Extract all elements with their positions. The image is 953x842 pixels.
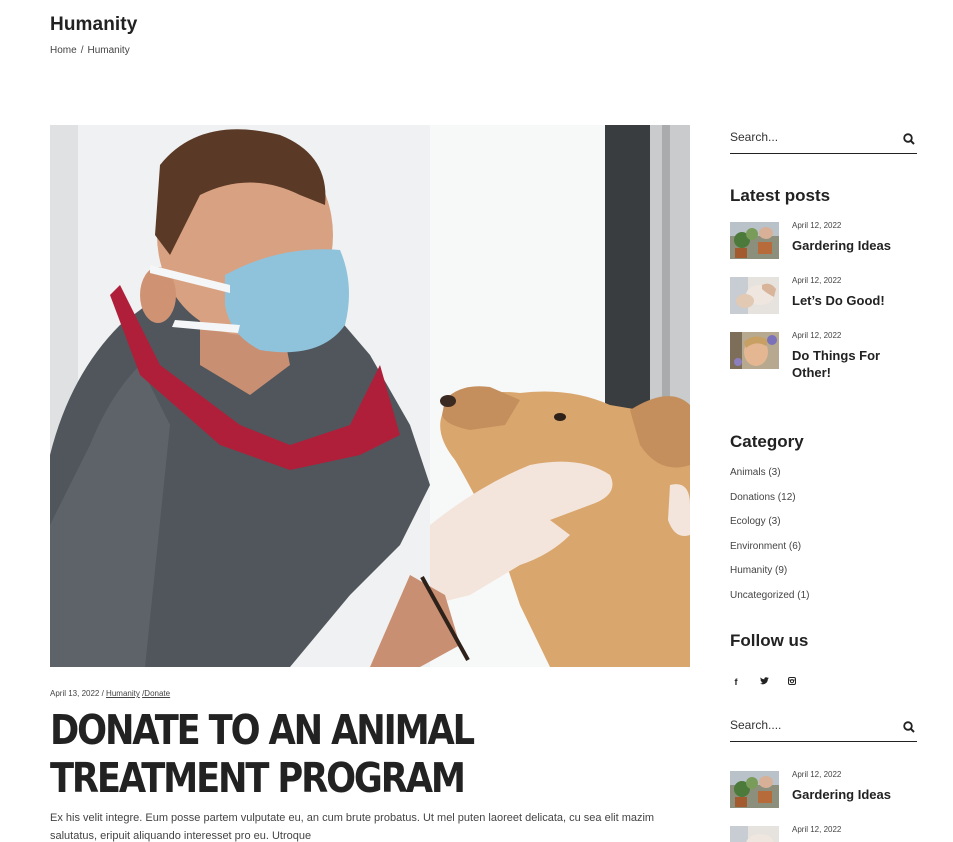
latest-post-item[interactable]: April 12, 2022 Gardering Ideas: [730, 769, 917, 826]
latest-post-date: April 12, 2022: [792, 824, 842, 834]
category-link-ecology[interactable]: Ecology (3): [730, 516, 917, 541]
post-thumbnail[interactable]: [730, 332, 779, 369]
category-widget: Category Animals (3) Donations (12) Ecol…: [730, 432, 917, 615]
follow-widget: Follow us f: [730, 631, 917, 687]
search-icon[interactable]: [903, 720, 917, 734]
post-thumbnail[interactable]: [730, 277, 779, 314]
twitter-icon[interactable]: [759, 676, 769, 687]
search-form-secondary: [730, 712, 917, 742]
latest-post-date: April 12, 2022: [792, 276, 842, 285]
latest-posts-widget: Latest posts April 12, 2022 Gardering Id…: [730, 186, 917, 387]
search-input[interactable]: [730, 125, 890, 144]
post-title[interactable]: DONATE TO AN ANIMAL TREATMENT PROGRAM: [50, 706, 686, 802]
search-icon[interactable]: [903, 132, 917, 146]
page-header: Humanity Home / Humanity: [50, 14, 137, 56]
post-date: April 13, 2022: [50, 689, 100, 698]
latest-posts-title: Latest posts: [730, 186, 831, 205]
breadcrumb: Home / Humanity: [50, 45, 137, 56]
latest-post-date: April 12, 2022: [792, 221, 842, 230]
latest-post-item[interactable]: April 12, 2022 Let’s Do Good!: [730, 276, 917, 332]
page-title: Humanity: [50, 14, 138, 35]
latest-post-item[interactable]: April 12, 2022: [730, 824, 917, 842]
latest-post-date: April 12, 2022: [792, 331, 842, 340]
breadcrumb-current: Humanity: [87, 45, 130, 56]
category-link-animals[interactable]: Animals (3): [730, 467, 917, 492]
post-meta: April 13, 2022 / Humanity /Donate: [50, 689, 690, 698]
post-excerpt: Ex his velit integre. Eum posse partem v…: [50, 812, 655, 842]
category-title: Category: [730, 432, 804, 451]
instagram-icon[interactable]: [787, 676, 797, 687]
latest-post-title[interactable]: Do Things For Other!: [792, 347, 917, 381]
post-category-humanity[interactable]: Humanity: [106, 689, 140, 698]
featured-image[interactable]: [50, 125, 690, 667]
latest-post-item[interactable]: April 12, 2022 Gardering Ideas: [730, 221, 917, 277]
post-thumbnail[interactable]: [730, 825, 779, 842]
latest-posts-widget-secondary: April 12, 2022 Gardering Ideas April 12,…: [730, 769, 917, 842]
category-link-uncategorized[interactable]: Uncategorized (1): [730, 590, 917, 615]
latest-post-item[interactable]: April 12, 2022 Do Things For Other!: [730, 331, 917, 387]
post-article: April 13, 2022 / Humanity /Donate DONATE…: [50, 125, 690, 842]
post-thumbnail[interactable]: [730, 222, 779, 259]
breadcrumb-separator: /: [80, 45, 84, 56]
latest-post-date: April 12, 2022: [792, 769, 842, 779]
category-link-humanity[interactable]: Humanity (9): [730, 565, 917, 590]
post-thumbnail[interactable]: [730, 770, 779, 808]
latest-post-title[interactable]: Gardering Ideas: [792, 786, 891, 803]
facebook-icon[interactable]: f: [731, 677, 741, 687]
category-list: Animals (3) Donations (12) Ecology (3) E…: [730, 467, 917, 615]
search-form: [730, 125, 917, 154]
sidebar: Latest posts April 12, 2022 Gardering Id…: [730, 125, 917, 842]
latest-post-title[interactable]: Gardering Ideas: [792, 237, 891, 254]
breadcrumb-home-link[interactable]: Home: [50, 45, 77, 56]
category-link-environment[interactable]: Environment (6): [730, 541, 917, 566]
latest-post-title[interactable]: Let’s Do Good!: [792, 292, 885, 309]
follow-title: Follow us: [730, 630, 809, 650]
post-category-donate[interactable]: /Donate: [142, 689, 170, 698]
social-links: f: [730, 676, 917, 687]
search-input-secondary[interactable]: [730, 712, 890, 732]
category-link-donations[interactable]: Donations (12): [730, 492, 917, 517]
